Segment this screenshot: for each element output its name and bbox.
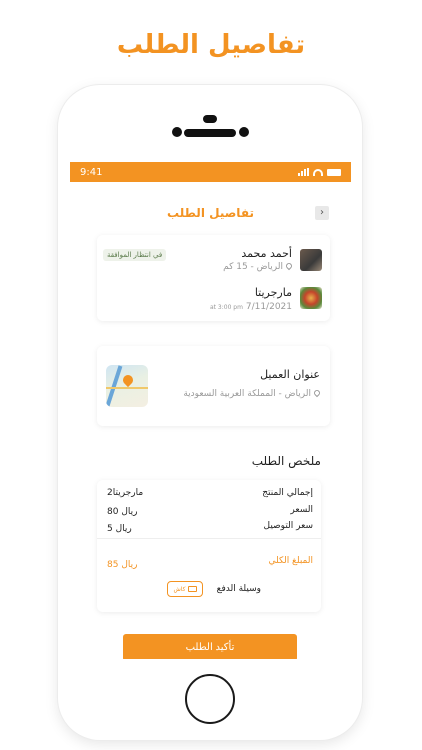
- customer-location: الرياض - 15 كم: [223, 261, 294, 272]
- payment-method-chip[interactable]: كاش: [167, 581, 203, 597]
- summary-title: ملخص الطلب: [251, 454, 321, 468]
- order-time: at 3:00 pm: [209, 304, 243, 311]
- summary-row-label: السعر: [290, 505, 313, 515]
- status-icons: [298, 168, 341, 176]
- address-title: عنوان العميل: [260, 368, 320, 381]
- summary-row-value: 5 ريال: [107, 524, 132, 534]
- total-value: 85 ريال: [107, 560, 138, 570]
- address-card[interactable]: عنوان العميل الرياض - المملكة العربية ال…: [97, 346, 330, 426]
- address-text: الرياض - المملكة العربية السعودية: [183, 389, 311, 399]
- summary-divider: [97, 538, 321, 539]
- customer-location-text: الرياض - 15 كم: [223, 262, 283, 272]
- map-pin-icon: [120, 372, 136, 388]
- summary-row-value: 80 ريال: [107, 507, 138, 517]
- customer-name: أحمد محمد: [241, 247, 292, 260]
- phone-frame: 9:41 تفاصيل الطلب › أحمد محمد الرياض - 1…: [58, 85, 362, 740]
- battery-icon: [327, 168, 341, 176]
- cash-icon: [187, 586, 197, 592]
- order-date: 7/11/2021: [245, 302, 292, 312]
- screen-header: تفاصيل الطلب ›: [70, 202, 351, 226]
- signal-icon: [298, 168, 309, 176]
- location-pin-icon: [284, 261, 294, 271]
- app-screen: 9:41 تفاصيل الطلب › أحمد محمد الرياض - 1…: [70, 162, 351, 659]
- screen-title: تفاصيل الطلب: [167, 206, 254, 220]
- order-datetime: at 3:00 pm 7/11/2021: [210, 302, 292, 312]
- front-camera: [172, 127, 182, 137]
- payment-method-text: كاش: [173, 585, 186, 593]
- map-thumbnail[interactable]: [106, 365, 148, 407]
- order-card: أحمد محمد الرياض - 15 كم في انتظار الموا…: [97, 235, 330, 321]
- map-river: [106, 365, 123, 407]
- summary-row-label: سعر التوصيل: [263, 521, 314, 531]
- wifi-icon: [313, 168, 323, 176]
- front-sensor: [239, 127, 249, 137]
- dish-thumbnail: [300, 287, 322, 309]
- summary-row-label: إجمالي المنتج: [262, 488, 313, 498]
- page-hero-title: تفاصيل الطلب: [116, 30, 306, 60]
- status-badge: في انتظار الموافقة: [103, 249, 167, 261]
- speaker-grille: [184, 129, 236, 137]
- status-bar: 9:41: [70, 162, 351, 182]
- address-line: الرياض - المملكة العربية السعودية: [183, 388, 322, 399]
- home-button[interactable]: [185, 674, 235, 724]
- customer-avatar: [300, 249, 322, 271]
- dish-name: مارجريتا: [254, 286, 292, 299]
- map-road: [106, 387, 148, 389]
- back-button[interactable]: ›: [315, 206, 329, 220]
- summary-card: إجمالي المنتج 2مارجريتا السعر 80 ريال سع…: [97, 480, 321, 612]
- sensor-dot: [203, 115, 217, 123]
- summary-row-value: 2مارجريتا: [107, 488, 144, 498]
- total-label: المبلغ الكلي: [268, 556, 314, 566]
- location-pin-icon: [312, 388, 322, 398]
- payment-label: وسيلة الدفع: [216, 584, 261, 594]
- confirm-order-button[interactable]: تأكيد الطلب: [123, 634, 297, 659]
- status-time: 9:41: [80, 166, 103, 178]
